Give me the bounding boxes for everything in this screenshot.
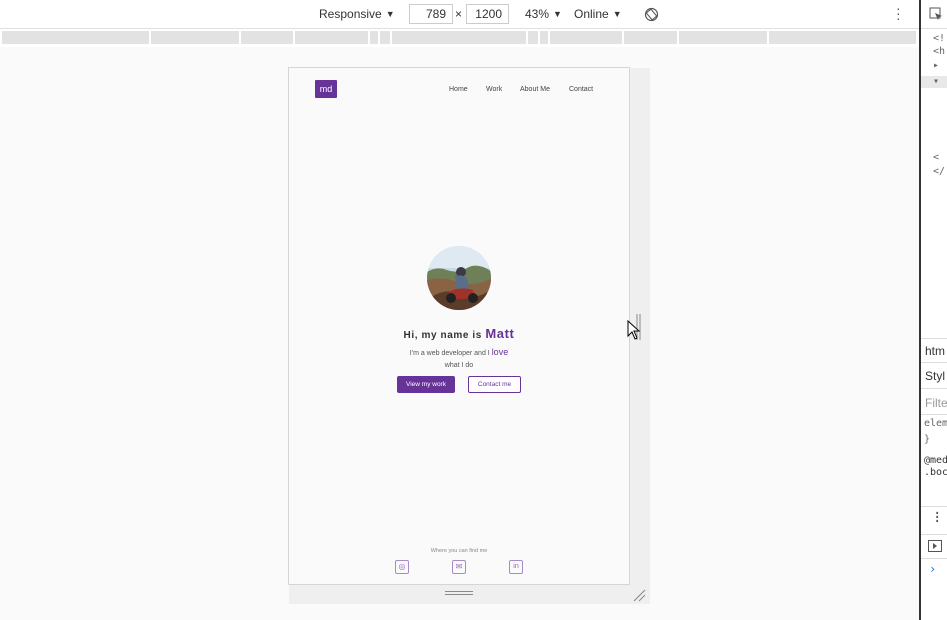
ruler-segment[interactable] xyxy=(769,31,916,44)
device-select-label: Responsive xyxy=(319,7,382,21)
nav-home[interactable]: Home xyxy=(449,86,468,93)
nav-work[interactable]: Work xyxy=(486,86,502,93)
tagline-suffix: what I do xyxy=(444,362,474,369)
find-me-label: Where you can find me xyxy=(430,548,488,554)
ruler-segment[interactable] xyxy=(380,31,390,44)
kebab-menu-icon[interactable]: · · · xyxy=(933,507,941,529)
dom-line[interactable]: </ xyxy=(933,166,945,177)
chevron-down-icon: ▼ xyxy=(385,9,395,19)
ruler-segment[interactable] xyxy=(151,31,239,44)
site-logo[interactable]: md xyxy=(315,80,337,98)
element-style-rule: elem xyxy=(924,418,947,429)
resize-corner-icon[interactable] xyxy=(632,588,646,602)
width-input[interactable] xyxy=(409,4,453,24)
throttle-select[interactable]: Online ▼ xyxy=(574,7,622,21)
dom-line[interactable]: ▸ xyxy=(933,60,939,71)
rule-close-brace: } xyxy=(924,434,931,445)
device-toolbar: Responsive ▼ × 43% ▼ Online ▼ ··· xyxy=(0,0,919,29)
contact-me-button[interactable]: Contact me xyxy=(468,376,521,393)
nav-contact[interactable]: Contact xyxy=(569,86,593,93)
ruler-segment[interactable] xyxy=(392,31,526,44)
css-selector[interactable]: .boc xyxy=(924,467,947,478)
styles-filter-input[interactable]: Filte xyxy=(925,396,947,410)
media-query-ruler xyxy=(0,29,919,47)
device-select[interactable]: Responsive ▼ xyxy=(319,7,395,21)
height-input[interactable] xyxy=(466,4,509,24)
view-work-button[interactable]: View my work xyxy=(397,376,455,393)
ruler-segment[interactable] xyxy=(2,31,149,44)
resize-handle-bottom[interactable] xyxy=(445,591,473,597)
avatar xyxy=(427,246,491,310)
ruler-segment[interactable] xyxy=(528,31,538,44)
dimension-separator: × xyxy=(455,7,463,21)
greeting-name: Matt xyxy=(485,326,515,341)
chevron-down-icon: ▼ xyxy=(553,9,562,19)
inspect-element-icon[interactable] xyxy=(929,7,943,21)
kebab-menu-icon[interactable]: · · · xyxy=(896,1,901,25)
chevron-down-icon: ▼ xyxy=(612,9,622,19)
mouse-cursor-icon xyxy=(627,320,641,340)
zoom-select[interactable]: 43% ▼ xyxy=(525,7,562,21)
greeting-prefix: Hi, my name is xyxy=(403,330,482,341)
dom-line[interactable]: <h xyxy=(933,46,945,57)
ruler-segment[interactable] xyxy=(550,31,622,44)
dom-line[interactable]: < xyxy=(933,152,939,163)
dom-line[interactable]: <! xyxy=(933,33,945,44)
zoom-label: 43% xyxy=(525,7,550,21)
throttle-label: Online xyxy=(574,7,609,21)
devtools-panel: <! <h ▸ ▾ < </ htm Styl Filte elem } @me… xyxy=(919,0,947,620)
ruler-segment[interactable] xyxy=(370,31,378,44)
media-rule: @med xyxy=(924,455,947,466)
console-prompt-icon[interactable]: › xyxy=(929,562,936,576)
tagline-love: love xyxy=(491,347,509,357)
mail-icon[interactable]: ✉ xyxy=(452,560,466,574)
tagline: I'm a web developer and I love what I do xyxy=(289,346,629,372)
ruler-segment[interactable] xyxy=(241,31,293,44)
drawer-toggle-icon[interactable] xyxy=(928,540,942,552)
tagline-prefix: I'm a web developer and I xyxy=(409,350,490,357)
ruler-segment[interactable] xyxy=(624,31,677,44)
dom-line-selected[interactable]: ▾ xyxy=(933,76,939,87)
ruler-segment[interactable] xyxy=(295,31,368,44)
nav-about[interactable]: About Me xyxy=(520,86,550,93)
dom-breadcrumb[interactable]: htm xyxy=(925,344,945,358)
linkedin-icon[interactable]: in xyxy=(509,560,523,574)
ruler-segment[interactable] xyxy=(679,31,767,44)
greeting: Hi, my name is Matt xyxy=(289,326,629,341)
emulated-viewport: md Home Work About Me Contact Hi, my nam… xyxy=(288,67,630,585)
github-icon[interactable]: ◎ xyxy=(395,560,409,574)
ruler-segment[interactable] xyxy=(540,31,548,44)
rotate-icon[interactable] xyxy=(644,7,659,22)
tab-styles[interactable]: Styl xyxy=(925,369,945,383)
